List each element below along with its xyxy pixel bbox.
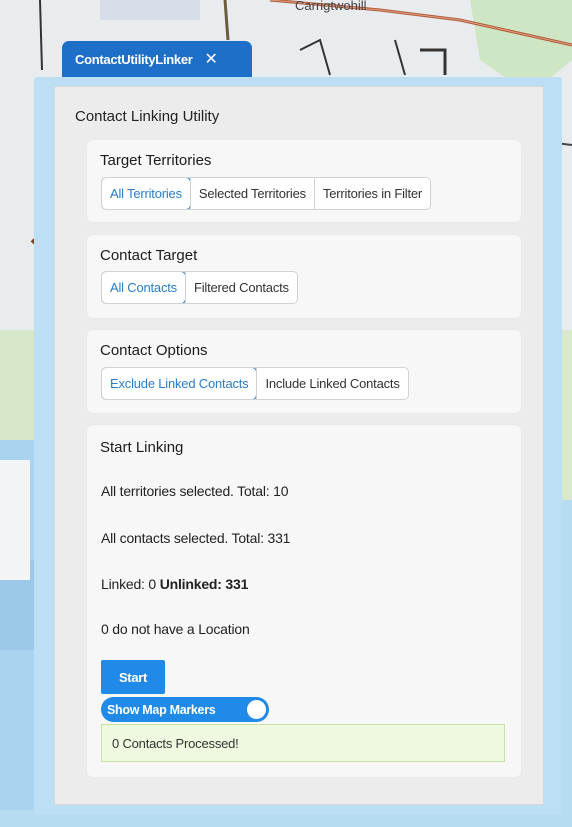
option-all-contacts[interactable]: All Contacts	[101, 272, 186, 303]
start-linking-card: Start Linking All territories selected. …	[87, 425, 521, 777]
unlinked-count: Unlinked: 331	[159, 576, 249, 592]
contact-options-segmented: Exclude Linked Contacts Include Linked C…	[101, 367, 409, 400]
show-map-markers-toggle[interactable]: Show Map Markers	[101, 697, 269, 722]
contacts-summary: All contacts selected. Total: 331	[101, 530, 291, 546]
toggle-label: Show Map Markers	[107, 702, 216, 717]
map-road-label: Carrigtwohill	[295, 0, 367, 13]
territories-summary: All territories selected. Total: 10	[101, 483, 289, 499]
target-territories-card: Target Territories All Territories Selec…	[87, 140, 521, 222]
tab-title: ContactUtilityLinker	[75, 52, 193, 67]
contact-target-segmented: All Contacts Filtered Contacts	[101, 271, 298, 304]
close-icon[interactable]: ✕	[205, 51, 218, 68]
status-message: 0 Contacts Processed!	[101, 724, 505, 762]
linked-count: Linked: 0	[101, 576, 157, 592]
start-linking-title: Start Linking	[100, 439, 184, 456]
option-selected-territories[interactable]: Selected Territories	[189, 178, 314, 209]
option-territories-in-filter[interactable]: Territories in Filter	[313, 178, 430, 209]
toggle-knob[interactable]	[247, 700, 266, 719]
option-all-territories[interactable]: All Territories	[102, 178, 191, 209]
no-location-summary: 0 do not have a Location	[101, 621, 250, 637]
option-exclude-linked[interactable]: Exclude Linked Contacts	[101, 368, 258, 399]
target-territories-title: Target Territories	[100, 152, 212, 169]
target-territories-segmented: All Territories Selected Territories Ter…	[101, 177, 432, 210]
widget-panel: Contact Linking Utility Target Territori…	[54, 86, 544, 805]
contact-target-title: Contact Target	[100, 247, 198, 264]
link-counts: Linked: 0 Unlinked: 331	[101, 576, 248, 592]
option-filtered-contacts[interactable]: Filtered Contacts	[184, 272, 297, 303]
contact-target-card: Contact Target All Contacts Filtered Con…	[87, 235, 521, 318]
panel-title: Contact Linking Utility	[75, 108, 220, 125]
start-button[interactable]: Start	[101, 660, 165, 694]
contact-options-card: Contact Options Exclude Linked Contacts …	[87, 330, 521, 413]
option-include-linked[interactable]: Include Linked Contacts	[256, 368, 407, 399]
panel-tab[interactable]: ContactUtilityLinker ✕	[62, 41, 252, 78]
contact-options-title: Contact Options	[100, 342, 208, 359]
